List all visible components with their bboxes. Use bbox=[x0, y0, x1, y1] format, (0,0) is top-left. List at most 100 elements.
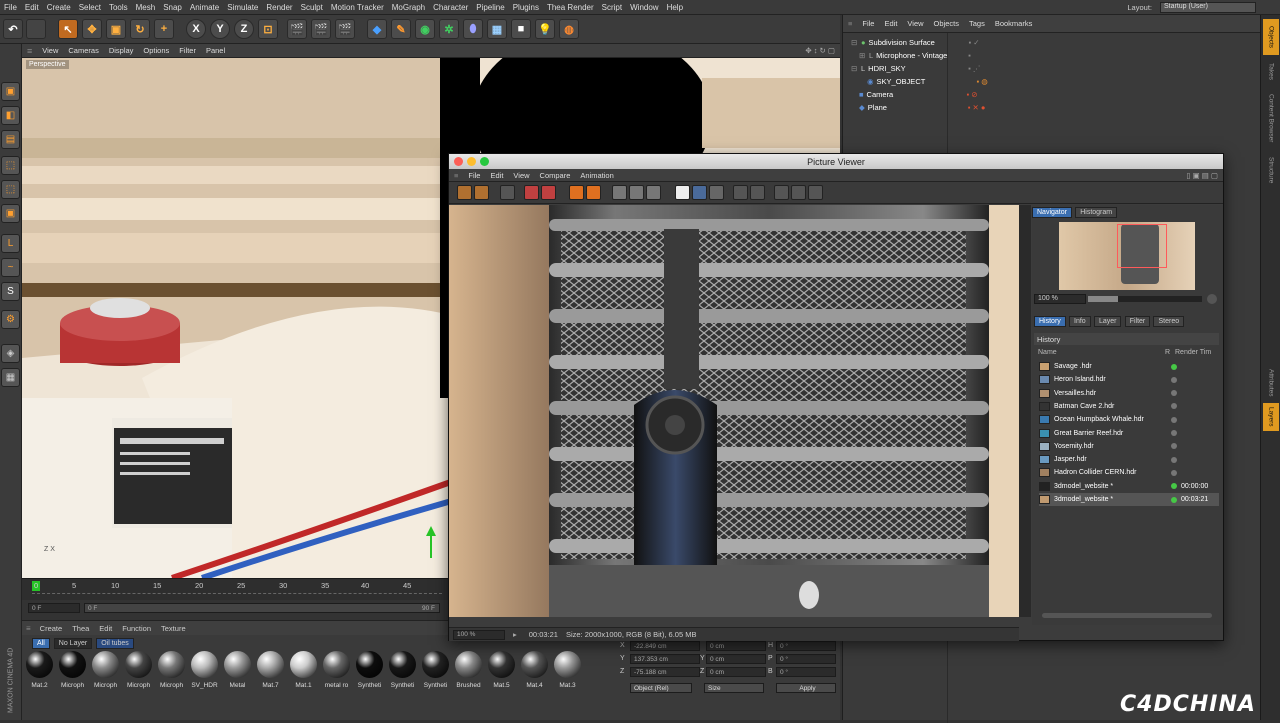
polygons-mode-icon[interactable]: ▣ bbox=[1, 204, 20, 223]
menu-window[interactable]: Window bbox=[626, 3, 662, 12]
mat-menu-edit[interactable]: Edit bbox=[94, 624, 117, 633]
timeline-ruler[interactable]: 0 5 10 15 20 25 30 35 40 45 bbox=[22, 578, 448, 600]
menu-file[interactable]: File bbox=[0, 3, 21, 12]
select-tool-icon[interactable]: ↖ bbox=[58, 19, 78, 39]
material-swatch[interactable]: metal ro bbox=[321, 651, 352, 695]
edges-mode-icon[interactable]: ⬚ bbox=[1, 180, 20, 199]
swap-ab-icon[interactable] bbox=[629, 185, 644, 200]
dock-tab-content-browser[interactable]: Content Browser bbox=[1263, 87, 1279, 149]
history-row[interactable]: Batman Cave 2.hdr bbox=[1039, 400, 1219, 413]
points-mode-icon[interactable]: ⬚ bbox=[1, 156, 20, 175]
rotate-tool-icon[interactable]: ↻ bbox=[130, 19, 150, 39]
axis-mode-icon[interactable]: L bbox=[1, 234, 20, 253]
cube-icon[interactable]: ◆ bbox=[367, 19, 387, 39]
render-picture-viewer-icon[interactable]: 🎬 bbox=[311, 19, 331, 39]
menu-simulate[interactable]: Simulate bbox=[223, 3, 262, 12]
dock-tab-layers[interactable]: Layers bbox=[1263, 403, 1279, 431]
rot-p-field[interactable]: 0 ° bbox=[776, 654, 836, 664]
viewport-menu-cameras[interactable]: Cameras bbox=[63, 46, 103, 55]
navigator-zoom-slider[interactable] bbox=[1088, 296, 1202, 302]
tweak-mode-icon[interactable]: ~ bbox=[1, 258, 20, 277]
pen-tool-icon[interactable]: ✎ bbox=[391, 19, 411, 39]
col-r[interactable]: R bbox=[1165, 349, 1175, 359]
viewport-menu-filter[interactable]: Filter bbox=[174, 46, 201, 55]
tab-layer[interactable]: Layer bbox=[1093, 316, 1122, 327]
pos-z-field[interactable]: -75.188 cm bbox=[630, 667, 700, 677]
render-region-icon[interactable] bbox=[541, 185, 556, 200]
set-a-icon[interactable] bbox=[733, 185, 748, 200]
undo-icon[interactable]: ↶ bbox=[3, 19, 23, 39]
object-row-camera[interactable]: ■ Camera ▪ ⊘ bbox=[851, 88, 1251, 100]
menu-character[interactable]: Character bbox=[429, 3, 472, 12]
pv-menu-view[interactable]: View bbox=[508, 171, 534, 180]
live-select-icon[interactable]: + bbox=[154, 19, 174, 39]
material-swatch[interactable]: Syntheti bbox=[387, 651, 418, 695]
filter-oil-tubes[interactable]: Oil tubes bbox=[96, 638, 134, 649]
zoom-dropdown[interactable]: 100 % bbox=[453, 629, 505, 640]
history-row[interactable]: Ocean Humpback Whale.hdr bbox=[1039, 413, 1219, 426]
next-frame-icon[interactable] bbox=[808, 185, 823, 200]
size-x-field[interactable]: 0 cm bbox=[706, 641, 766, 651]
material-swatch[interactable]: Syntheti bbox=[420, 651, 451, 695]
size-y-field[interactable]: 0 cm bbox=[706, 654, 766, 664]
cloner-icon[interactable]: ✲ bbox=[439, 19, 459, 39]
paste-image-icon[interactable] bbox=[586, 185, 601, 200]
menu-sculpt[interactable]: Sculpt bbox=[297, 3, 327, 12]
floor-icon[interactable]: ▦ bbox=[487, 19, 507, 39]
picture-viewer-titlebar[interactable]: Picture Viewer bbox=[449, 154, 1223, 169]
dock-tab-objects[interactable]: Objects bbox=[1263, 19, 1279, 55]
menu-help[interactable]: Help bbox=[663, 3, 687, 12]
make-editable-icon[interactable]: ▣ bbox=[1, 82, 20, 101]
history-row[interactable]: 3dmodel_website * 00:03:21 bbox=[1039, 493, 1219, 506]
history-row[interactable]: Heron Island.hdr bbox=[1039, 373, 1219, 386]
menu-motion-tracker[interactable]: Motion Tracker bbox=[327, 3, 388, 12]
zoom-window-button[interactable] bbox=[480, 157, 489, 166]
minimize-window-button[interactable] bbox=[467, 157, 476, 166]
history-row[interactable]: Jasper.hdr bbox=[1039, 453, 1219, 466]
material-swatch[interactable]: Microph bbox=[123, 651, 154, 695]
move-tool-icon[interactable]: ✥ bbox=[82, 19, 102, 39]
material-swatch[interactable]: Metal bbox=[222, 651, 253, 695]
coordinate-system-icon[interactable]: ⊡ bbox=[258, 19, 278, 39]
menu-mesh[interactable]: Mesh bbox=[132, 3, 160, 12]
pos-y-field[interactable]: 137.353 cm bbox=[630, 654, 700, 664]
object-row-subdivision[interactable]: ⊟ ● Subdivision Surface ▪ ✓ bbox=[851, 36, 1251, 48]
history-row[interactable]: Hadron Collider CERN.hdr bbox=[1039, 466, 1219, 479]
close-window-button[interactable] bbox=[454, 157, 463, 166]
history-row[interactable]: Yosemity.hdr bbox=[1039, 440, 1219, 453]
mat-menu-function[interactable]: Function bbox=[117, 624, 156, 633]
menu-create[interactable]: Create bbox=[43, 3, 75, 12]
light-icon[interactable]: 💡 bbox=[535, 19, 555, 39]
menu-pipeline[interactable]: Pipeline bbox=[472, 3, 508, 12]
size-z-field[interactable]: 0 cm bbox=[706, 667, 766, 677]
material-swatch[interactable]: SV_HDR bbox=[189, 651, 220, 695]
play-button-icon[interactable]: ▸ bbox=[513, 630, 517, 639]
obj-menu-tags[interactable]: Tags bbox=[964, 19, 990, 28]
obj-menu-view[interactable]: View bbox=[902, 19, 928, 28]
navigator-zoom-field[interactable]: 100 % bbox=[1034, 294, 1086, 304]
material-swatch[interactable]: Microph bbox=[156, 651, 187, 695]
viewport-menu-options[interactable]: Options bbox=[138, 46, 174, 55]
viewport-menu-panel[interactable]: Panel bbox=[201, 46, 230, 55]
navigator-thumbnail[interactable] bbox=[1059, 222, 1195, 290]
object-row-plane[interactable]: ◆ Plane ▪ ✕ ● bbox=[851, 101, 1251, 113]
col-name[interactable]: Name bbox=[1034, 349, 1165, 359]
filter-all[interactable]: All bbox=[32, 638, 50, 649]
mat-menu-create[interactable]: Create bbox=[35, 624, 68, 633]
tab-filter[interactable]: Filter bbox=[1124, 316, 1151, 327]
menu-select[interactable]: Select bbox=[75, 3, 105, 12]
ab-compare-icon[interactable] bbox=[612, 185, 627, 200]
set-b-icon[interactable] bbox=[750, 185, 765, 200]
mat-menu-thea[interactable]: Thea bbox=[67, 624, 94, 633]
material-swatch[interactable]: Mat.5 bbox=[486, 651, 517, 695]
subdivision-icon[interactable]: ◉ bbox=[415, 19, 435, 39]
material-swatch[interactable]: Brushed bbox=[453, 651, 484, 695]
material-swatch[interactable]: Syntheti bbox=[354, 651, 385, 695]
layout-dropdown[interactable]: Startup (User) bbox=[1160, 2, 1256, 13]
tab-stereo[interactable]: Stereo bbox=[1153, 316, 1185, 327]
axis-z-button[interactable]: Z bbox=[234, 19, 254, 39]
viewport-nav-icon[interactable]: ✥ ↕ ↻ ▢ bbox=[800, 46, 840, 55]
history-row[interactable]: Versailles.hdr bbox=[1039, 387, 1219, 400]
material-swatch[interactable]: Mat.3 bbox=[552, 651, 583, 695]
texture-mode-icon[interactable]: ▤ bbox=[1, 130, 20, 149]
